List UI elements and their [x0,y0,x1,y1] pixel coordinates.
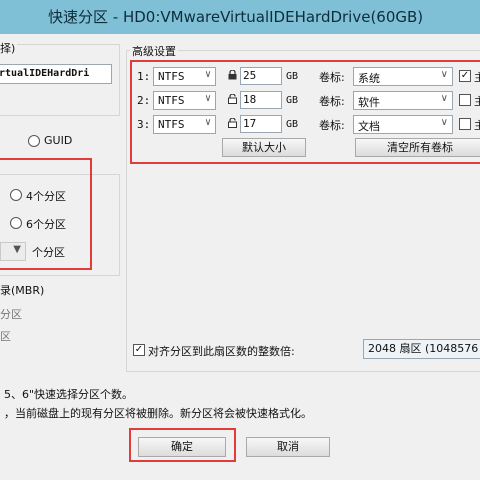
fs-select[interactable]: NTFS ∨ [153,91,216,110]
guid-label: GUID [44,134,73,147]
volume-select[interactable]: 文档 ∨ [353,115,453,134]
chevron-down-icon: ∨ [440,117,448,128]
size-input[interactable]: 25 [240,67,282,85]
primary-checkbox[interactable] [459,94,471,106]
chevron-down-icon: ∨ [204,117,211,128]
clear-labels-button[interactable]: 清空所有卷标 [355,138,480,157]
title-bar: 快速分区 - HD0:VMwareVirtualIDEHardDrive(60G… [0,0,480,34]
primary-label: 主 [474,119,480,132]
primary-label: 主 [474,71,480,84]
primary-checkbox[interactable] [459,118,471,130]
primary-checkbox[interactable]: ✓ [459,70,471,82]
align-checkbox[interactable]: ✓ [133,344,145,356]
chevron-down-icon: ∨ [440,69,448,80]
chevron-down-icon: ∨ [440,93,448,104]
align-value-select[interactable]: 2048 扇区 (1048576 [363,339,480,359]
default-size-button[interactable]: 默认大小 [222,138,306,157]
lock-open-icon[interactable] [228,118,237,128]
align-label: 对齐分区到此扇区数的整数倍: [148,345,295,358]
window-title: 快速分区 - HD0:VMwareVirtualIDEHardDrive(60G… [48,8,424,26]
advanced-group-label: 高级设置 [130,43,178,59]
row-index: 1: [137,70,151,83]
fs-select[interactable]: NTFS ∨ [153,67,216,86]
fs-select[interactable]: NTFS ∨ [153,115,216,134]
size-input[interactable]: 17 [240,115,282,133]
guid-radio[interactable] [28,135,40,147]
volume-label-caption: 卷标: [319,71,345,84]
size-unit: GB [286,95,299,106]
count-highlight-box [0,158,92,270]
size-unit: GB [286,119,299,130]
row-index: 3: [137,118,151,131]
note-line-1: 5、6"快速选择分区个数。 [4,388,134,401]
dialog-body: 择) rtualIDEHardDri GUID 4个分区 6个分区 ▼ 个分区 … [0,34,480,480]
row-index: 2: [137,94,151,107]
chevron-down-icon: ∨ [204,93,211,104]
volume-label-caption: 卷标: [319,119,345,132]
volume-select[interactable]: 软件 ∨ [353,91,453,110]
volume-label-caption: 卷标: [319,95,345,108]
disk-group-label: 择) [0,40,18,56]
volume-select[interactable]: 系统 ∨ [353,67,453,86]
ok-button[interactable]: 确定 [138,437,226,457]
mbr-item2: 区 [0,330,11,343]
cancel-button[interactable]: 取消 [246,437,330,457]
size-input[interactable]: 18 [240,91,282,109]
primary-label: 主 [474,95,480,108]
lock-closed-icon[interactable] [228,70,237,80]
disk-name-field[interactable]: rtualIDEHardDri [0,64,112,84]
lock-open-icon[interactable] [228,94,237,104]
size-unit: GB [286,71,299,82]
mbr-label: 录(MBR) [0,284,45,297]
chevron-down-icon: ∨ [204,69,211,80]
note-line-2: ，当前磁盘上的现有分区将被删除。新分区将会被快速格式化。 [4,407,312,420]
mbr-item: 分区 [0,308,22,321]
